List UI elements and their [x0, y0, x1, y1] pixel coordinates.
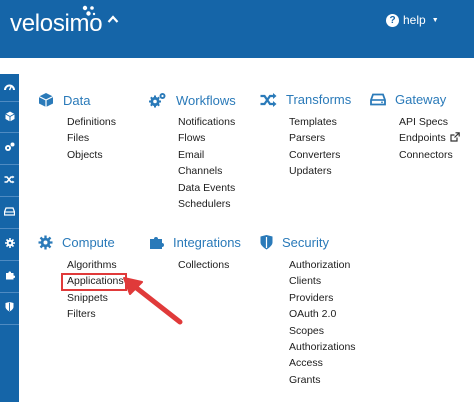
link-snippets[interactable]: Snippets	[67, 290, 124, 306]
integrations-links: Collections	[178, 257, 229, 273]
section-title: Data	[63, 92, 91, 108]
link-clients[interactable]: Clients	[289, 273, 356, 289]
section-integrations[interactable]: Integrations	[149, 235, 241, 250]
link-endpoints[interactable]: Endpoints	[399, 130, 460, 146]
section-workflows[interactable]: Workflows	[149, 92, 236, 108]
section-security[interactable]: Security	[260, 235, 329, 250]
puzzle-icon	[150, 237, 164, 249]
hard-drive-icon[interactable]	[0, 201, 19, 221]
link-providers[interactable]: Providers	[289, 290, 356, 306]
cogs-icon[interactable]	[0, 137, 19, 157]
link-files[interactable]: Files	[67, 130, 116, 146]
link-channels[interactable]: Channels	[178, 163, 235, 179]
link-filters[interactable]: Filters	[67, 306, 124, 322]
help-label: help	[403, 13, 426, 27]
gateway-links: API Specs Endpoints Connectors	[399, 114, 460, 163]
shuffle-icon	[260, 92, 277, 107]
section-title: Integrations	[173, 235, 241, 250]
hard-drive-icon	[370, 93, 386, 106]
top-navbar: velosimo ? help ▼	[0, 0, 474, 58]
link-algorithms[interactable]: Algorithms	[67, 257, 124, 273]
section-title: Compute	[62, 235, 115, 250]
section-title: Transforms	[286, 92, 352, 107]
section-compute[interactable]: Compute	[38, 235, 115, 250]
link-objects[interactable]: Objects	[67, 147, 116, 163]
link-access[interactable]: Access	[289, 355, 356, 371]
link-oauth2[interactable]: OAuth 2.0	[289, 306, 356, 322]
puzzle-icon[interactable]	[0, 265, 19, 285]
link-templates[interactable]: Templates	[289, 114, 340, 130]
section-title: Gateway	[395, 92, 447, 107]
database-icon[interactable]	[0, 106, 19, 126]
data-links: Definitions Files Objects	[67, 114, 116, 163]
link-data-events[interactable]: Data Events	[178, 180, 235, 196]
link-schedulers[interactable]: Schedulers	[178, 196, 235, 212]
section-transforms[interactable]: Transforms	[260, 92, 351, 107]
section-gateway[interactable]: Gateway	[370, 92, 446, 107]
transforms-links: Templates Parsers Converters Updaters	[289, 114, 340, 180]
workflows-links: Notifications Flows Email Channels Data …	[178, 114, 235, 212]
link-grants[interactable]: Grants	[289, 372, 356, 388]
link-converters[interactable]: Converters	[289, 147, 340, 163]
cogs-icon	[149, 93, 166, 108]
highlight-box	[61, 273, 127, 291]
link-flows[interactable]: Flows	[178, 130, 235, 146]
link-email[interactable]: Email	[178, 147, 235, 163]
link-updaters[interactable]: Updaters	[289, 163, 340, 179]
link-notifications[interactable]: Notifications	[178, 114, 235, 130]
question-circle-icon: ?	[386, 13, 399, 27]
database-icon	[38, 93, 54, 107]
gear-icon	[38, 235, 53, 250]
dashboard-icon[interactable]	[0, 76, 19, 96]
annotation-arrow	[123, 277, 183, 325]
section-title: Workflows	[176, 92, 236, 108]
section-title: Security	[282, 235, 329, 250]
chevron-up-icon[interactable]	[107, 14, 119, 24]
shield-icon	[260, 235, 273, 250]
caret-down-icon: ▼	[431, 16, 439, 24]
help-menu[interactable]: ? help ▼	[386, 13, 439, 27]
link-connectors[interactable]: Connectors	[399, 147, 460, 163]
shuffle-icon[interactable]	[0, 169, 19, 189]
section-data[interactable]: Data	[38, 92, 90, 108]
link-scopes[interactable]: Scopes	[289, 323, 356, 339]
link-endpoints-label: Endpoints	[399, 132, 446, 145]
gear-icon[interactable]	[0, 233, 19, 253]
link-authorizations[interactable]: Authorizations	[289, 339, 356, 355]
icon-sidebar	[0, 74, 19, 402]
link-parsers[interactable]: Parsers	[289, 130, 340, 146]
logo-dots-icon	[82, 5, 96, 16]
link-api-specs[interactable]: API Specs	[399, 114, 460, 130]
external-link-icon	[450, 132, 460, 142]
security-links: Authorization Clients Providers OAuth 2.…	[289, 257, 356, 388]
link-authorization[interactable]: Authorization	[289, 257, 356, 273]
link-definitions[interactable]: Definitions	[67, 114, 116, 130]
shield-icon[interactable]	[0, 297, 19, 317]
link-collections[interactable]: Collections	[178, 257, 229, 273]
